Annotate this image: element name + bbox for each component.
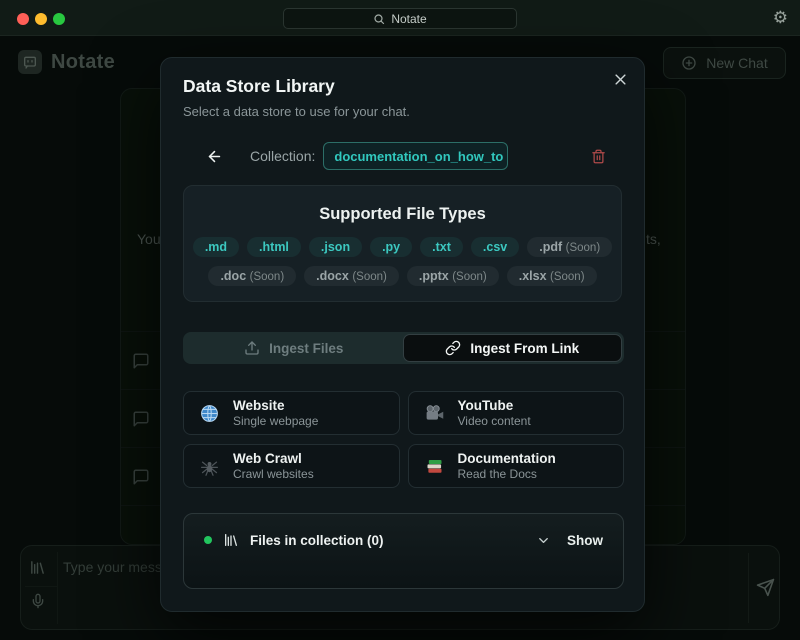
titlebar-search[interactable]: Notate xyxy=(283,8,517,29)
microphone-icon[interactable] xyxy=(30,593,46,609)
file-type-chips-row-1: .md .html .json .py .txt .csv .pdf (Soon… xyxy=(184,237,621,257)
ingest-tabs: Ingest Files Ingest From Link xyxy=(183,332,624,364)
titlebar: Notate ⚙ xyxy=(0,0,800,36)
source-card-web-crawl[interactable]: Web Crawl Crawl websites xyxy=(183,444,400,488)
collection-row: Collection: documentation_on_how_to xyxy=(183,142,624,170)
collection-name-input[interactable]: documentation_on_how_to xyxy=(323,142,508,170)
data-store-library-modal: Data Store Library Select a data store t… xyxy=(160,57,645,612)
source-title: Web Crawl xyxy=(233,451,314,467)
file-type-chip: .txt xyxy=(420,237,463,257)
traffic-light-close[interactable] xyxy=(17,13,29,25)
gear-icon[interactable]: ⚙ xyxy=(773,9,788,27)
close-icon[interactable] xyxy=(613,72,628,87)
link-icon xyxy=(445,340,461,356)
globe-icon xyxy=(199,403,220,424)
file-type-chip-soon: .pptx (Soon) xyxy=(407,266,499,286)
new-chat-label: New Chat xyxy=(706,55,767,71)
chat-bubble-icon xyxy=(132,352,150,370)
source-title: Website xyxy=(233,398,318,414)
search-value: Notate xyxy=(391,12,426,26)
tab-label: Ingest Files xyxy=(269,341,343,356)
upload-icon xyxy=(244,340,260,356)
library-icon[interactable] xyxy=(29,559,46,576)
trash-icon[interactable] xyxy=(591,149,606,164)
divider xyxy=(57,552,58,624)
empty-state-text-fragment: You xyxy=(137,231,161,247)
books-icon xyxy=(424,456,445,477)
divider xyxy=(748,553,749,623)
tab-ingest-from-link[interactable]: Ingest From Link xyxy=(403,334,623,362)
source-card-documentation[interactable]: Documentation Read the Docs xyxy=(408,444,625,488)
plus-circle-icon xyxy=(681,55,697,71)
chat-bubble-icon xyxy=(132,410,150,428)
supported-file-types-panel: Supported File Types .md .html .json .py… xyxy=(183,185,622,302)
chat-bubble-icon xyxy=(132,468,150,486)
tab-label: Ingest From Link xyxy=(470,341,579,356)
source-card-website[interactable]: Website Single webpage xyxy=(183,391,400,435)
chevron-down-icon[interactable] xyxy=(536,533,551,548)
file-type-chip: .py xyxy=(370,237,412,257)
ingest-source-grid: Website Single webpage YouTube Video con… xyxy=(183,391,624,488)
back-arrow-icon[interactable] xyxy=(206,148,223,165)
status-dot xyxy=(204,536,212,544)
source-desc: Single webpage xyxy=(233,414,318,428)
traffic-light-minimize[interactable] xyxy=(35,13,47,25)
app-title: Notate xyxy=(51,51,115,74)
show-button[interactable]: Show xyxy=(567,533,603,548)
new-chat-button[interactable]: New Chat xyxy=(663,47,786,79)
traffic-light-zoom[interactable] xyxy=(53,13,65,25)
files-panel-header: Files in collection (0) Show xyxy=(204,532,603,548)
notate-logo-icon xyxy=(18,50,42,74)
file-type-chip: .html xyxy=(247,237,301,257)
tab-ingest-files[interactable]: Ingest Files xyxy=(185,334,403,362)
files-in-collection-panel: Files in collection (0) Show xyxy=(183,513,624,589)
divider xyxy=(25,586,57,587)
movie-camera-icon xyxy=(424,403,445,424)
file-type-chip-soon: .doc (Soon) xyxy=(208,266,296,286)
library-icon xyxy=(223,532,239,548)
spider-icon xyxy=(199,456,220,477)
source-card-youtube[interactable]: YouTube Video content xyxy=(408,391,625,435)
file-types-title: Supported File Types xyxy=(184,205,621,224)
modal-title: Data Store Library xyxy=(183,76,335,97)
file-type-chips-row-2: .doc (Soon) .docx (Soon) .pptx (Soon) .x… xyxy=(184,266,621,286)
app-brand: Notate xyxy=(18,50,115,74)
modal-subtitle: Select a data store to use for your chat… xyxy=(183,104,410,119)
file-type-chip: .json xyxy=(309,237,362,257)
file-type-chip: .csv xyxy=(471,237,519,257)
source-desc: Video content xyxy=(458,414,531,428)
send-icon[interactable] xyxy=(756,578,775,597)
source-desc: Read the Docs xyxy=(458,467,556,481)
source-title: Documentation xyxy=(458,451,556,467)
files-count-label: Files in collection (0) xyxy=(250,533,384,548)
file-type-chip-soon: .docx (Soon) xyxy=(304,266,399,286)
search-icon xyxy=(373,13,385,25)
file-type-chip-soon: .pdf (Soon) xyxy=(527,237,612,257)
file-type-chip-soon: .xlsx (Soon) xyxy=(507,266,597,286)
source-desc: Crawl websites xyxy=(233,467,314,481)
message-input[interactable]: Type your mess xyxy=(63,559,162,575)
collection-label: Collection: xyxy=(250,148,315,164)
file-type-chip: .md xyxy=(193,237,239,257)
source-title: YouTube xyxy=(458,398,531,414)
empty-state-text-fragment: ts, xyxy=(646,231,661,247)
